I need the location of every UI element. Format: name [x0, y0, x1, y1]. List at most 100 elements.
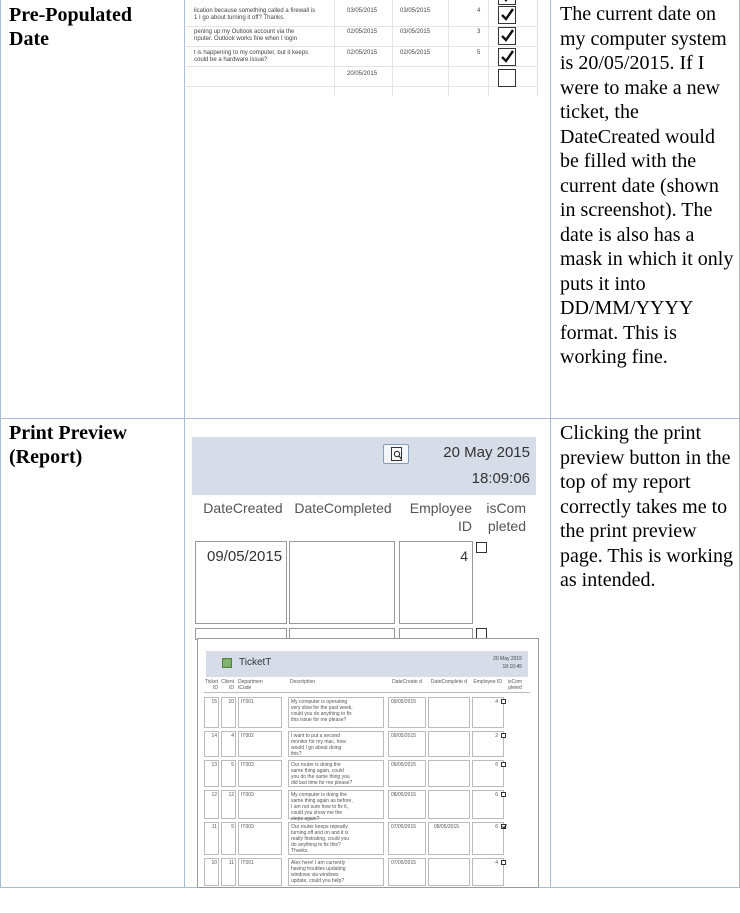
row-description: Clicking the print preview button in the…: [560, 422, 733, 591]
client-id-value: 5: [231, 762, 234, 768]
ticket-id-value: 11: [211, 824, 217, 830]
dept-code-value: IT003: [241, 762, 254, 768]
table-border-col2: [550, 0, 551, 888]
row-label-pre-populated-date: Pre-Populated Date: [9, 3, 179, 51]
table-row: pening up my Outlook account via the npu…: [190, 29, 535, 49]
preview-cell-box: [428, 760, 470, 787]
employee-value: 6: [495, 792, 498, 798]
preview-cell-box: [428, 697, 470, 728]
datecreated-cell: 02/05/2015: [347, 29, 378, 35]
employee-cell: 5: [477, 50, 481, 56]
iscompleted-checkbox[interactable]: [498, 6, 516, 24]
description-value: My computer is operating very slow for t…: [291, 699, 353, 723]
client-id-value: 5: [231, 824, 234, 830]
ticket-id-value: 12: [211, 792, 217, 798]
employee-value: 4: [495, 860, 498, 866]
dept-code-value: IT001: [241, 860, 254, 866]
preview-table-row: 12 12 IT003 My computer is doing the same t…: [198, 790, 538, 822]
preview-col-header: Employee ID: [473, 679, 502, 685]
preview-table-row: 10 11 IT001 Alex here! I am currently havin…: [198, 858, 538, 886]
preview-iscompleted-checkbox: [501, 824, 507, 829]
datecreated-value: 08/05/2015: [391, 792, 417, 798]
datecreated-cell: 20/05/2015: [347, 71, 378, 77]
dept-code-value: IT001: [241, 699, 254, 705]
iscompleted-checkbox[interactable]: [476, 542, 487, 553]
row-label-print-preview: Print Preview (Report): [9, 421, 179, 469]
iscompleted-checkbox[interactable]: [498, 48, 516, 66]
description-cell: lication because something called a fire…: [194, 8, 316, 21]
preview-table-row: 11 5 IT003 Our router keeps repeatly turnin…: [198, 822, 538, 855]
table-border-left: [0, 0, 1, 888]
client-id-value: 4: [231, 733, 234, 739]
table-row: t is happening to my computer, but it ke…: [190, 50, 535, 70]
client-id-value: 11: [228, 860, 234, 866]
preview-cell-box: [428, 858, 470, 886]
label-line: Pre-Populated: [9, 4, 132, 26]
client-id-value: 10: [228, 699, 234, 705]
field-datecreated: 09/05/2015: [195, 541, 287, 624]
datecreated-value: 09/05/2015: [391, 733, 417, 739]
label-line: Print Preview: [9, 422, 127, 444]
preview-iscompleted-checkbox: [501, 699, 506, 704]
description-cell: t is happening to my computer, but it ke…: [194, 50, 309, 63]
preview-date: 20 May 2015: [493, 656, 522, 662]
table-row: lication because something called a fire…: [190, 8, 535, 28]
datecreated-value: 09/05/2015: [391, 762, 417, 768]
preview-iscompleted-checkbox: [501, 733, 506, 738]
datecompleted-cell: 02/05/2015: [400, 50, 431, 56]
employee-value: 6: [495, 762, 498, 768]
label-line: (Report): [9, 446, 83, 468]
datecompleted-value: 08/05/2015: [434, 824, 460, 830]
dept-code-value: IT002: [241, 733, 254, 739]
preview-iscompleted-checkbox: [501, 792, 506, 797]
preview-iscompleted-checkbox: [501, 860, 506, 865]
description-value: Our router keeps repeatly turning off an…: [291, 824, 350, 854]
datecreated-value: 07/05/2015: [391, 824, 417, 830]
col-header-iscompleted: isCom pleted: [476, 499, 526, 535]
header-line: pleted: [487, 518, 526, 534]
employee-value: 2: [495, 733, 498, 739]
header-line: Employee: [409, 500, 472, 516]
report-date: 20 May 2015: [443, 444, 530, 461]
report-time: 18:09:06: [471, 470, 530, 487]
iscompleted-checkbox[interactable]: [498, 69, 516, 87]
description-value: Our router is doing the same thing again…: [291, 762, 353, 786]
datecreated-value: 09/05/2015: [391, 699, 417, 705]
preview-col-header: Departmen tCode: [238, 679, 263, 691]
description-cell: pening up my Outlook account via the npu…: [194, 29, 298, 42]
col-header-employee-id: Employee ID: [402, 499, 472, 535]
ticket-id-value: 10: [211, 860, 217, 866]
description-value: I want to put a second monitor for my ma…: [291, 733, 346, 757]
preview-table-row: 15 10 IT001 My computer is operating very s…: [198, 697, 538, 728]
description-value: Alex here! I am currently having trouble…: [291, 860, 346, 884]
preview-col-header: Description: [290, 679, 316, 685]
iscompleted-checkbox[interactable]: [498, 27, 516, 45]
datecompleted-cell: 03/05/2015: [400, 8, 431, 14]
preview-cell-box: [428, 731, 470, 757]
col-header-datecreated: DateCreated: [203, 500, 283, 516]
col-header-datecompleted: DateCompleted: [294, 500, 392, 516]
preview-table-row: 14 4 IT002 I want to put a second monitor f…: [198, 731, 538, 757]
preview-col-header: DateComplete d: [430, 679, 468, 685]
label-line: Date: [9, 28, 49, 50]
ticket-id-value: 13: [211, 762, 217, 768]
preview-col-header: Ticket ID: [204, 679, 218, 691]
employee-value: 6: [495, 824, 498, 830]
row-divider: [0, 418, 740, 419]
table-icon: [222, 658, 232, 668]
datecreated-value: 09/05/2015: [207, 548, 283, 565]
preview-col-header: DateCreate d: [392, 679, 422, 685]
preview-cell-box: [428, 790, 470, 819]
datecreated-value: 07/05/2015: [391, 860, 417, 866]
preview-col-header: Client ID: [221, 679, 234, 691]
header-line: ID: [458, 518, 472, 534]
datecreated-cell: 02/05/2015: [347, 50, 378, 56]
preview-time: 18:10:45: [502, 664, 522, 670]
employee-cell: 4: [477, 8, 481, 14]
preview-col-header: isCom pleted: [507, 679, 523, 691]
field-datecompleted: [289, 541, 395, 624]
print-preview-page: TicketT 20 May 2015 18:10:45 Ticket ID Cl…: [197, 638, 539, 888]
preview-header-rule: [204, 692, 530, 693]
ticket-id-value: 15: [211, 699, 217, 705]
field-employee-id: 4: [399, 541, 473, 624]
